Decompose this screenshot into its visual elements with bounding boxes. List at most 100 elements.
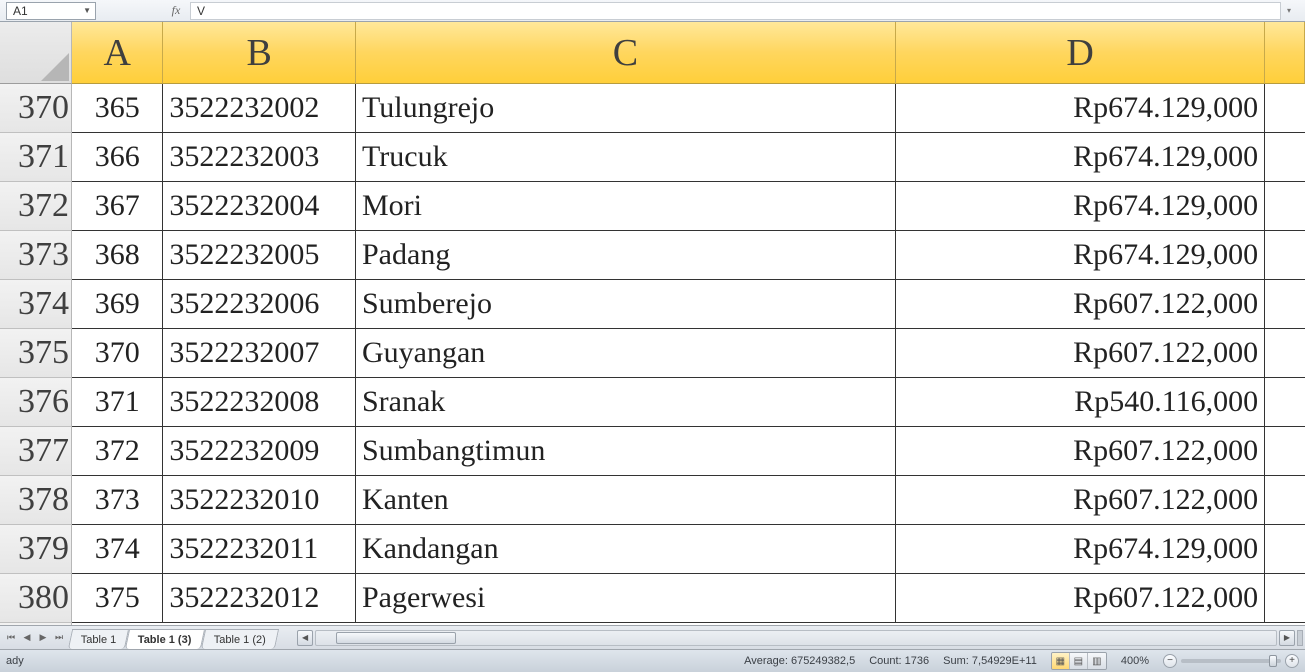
zoom-thumb[interactable] [1269, 655, 1277, 667]
cell[interactable]: 3522232008 [163, 378, 356, 427]
row-header[interactable]: 378 [0, 476, 72, 525]
column-header-A[interactable]: A [72, 22, 163, 84]
column-header-C[interactable]: C [356, 22, 896, 84]
zoom-track[interactable] [1181, 659, 1281, 663]
column-header-next[interactable] [1265, 22, 1305, 84]
row-header[interactable]: 371 [0, 133, 72, 182]
cell[interactable] [1265, 525, 1305, 574]
cell[interactable]: Rp607.122,000 [896, 427, 1265, 476]
cell[interactable]: 368 [72, 231, 163, 280]
row-header[interactable]: 374 [0, 280, 72, 329]
row-header[interactable]: 379 [0, 525, 72, 574]
cell[interactable]: 3522232011 [163, 525, 356, 574]
cell[interactable]: Rp607.122,000 [896, 329, 1265, 378]
cell[interactable]: Sranak [356, 378, 896, 427]
zoom-level[interactable]: 400% [1121, 655, 1149, 667]
row-header[interactable]: 377 [0, 427, 72, 476]
cell[interactable]: 3522232003 [163, 133, 356, 182]
scroll-track[interactable] [315, 630, 1277, 646]
view-page-layout-icon[interactable]: ▤ [1070, 653, 1088, 669]
cell[interactable]: Rp607.122,000 [896, 280, 1265, 329]
cell[interactable] [1265, 133, 1305, 182]
cell[interactable]: Guyangan [356, 329, 896, 378]
cell[interactable]: 365 [72, 84, 163, 133]
zoom-in-button[interactable]: + [1285, 654, 1299, 668]
cell[interactable]: 373 [72, 476, 163, 525]
zoom-out-button[interactable]: − [1163, 654, 1177, 668]
cell[interactable]: Pagerwesi [356, 574, 896, 623]
view-normal-icon[interactable]: ▦ [1052, 653, 1070, 669]
cell[interactable]: 370 [72, 329, 163, 378]
scroll-right-button[interactable]: ▶ [1279, 630, 1295, 646]
cell[interactable]: 3522232004 [163, 182, 356, 231]
cell[interactable] [1265, 280, 1305, 329]
cell[interactable]: 3522232009 [163, 427, 356, 476]
scroll-left-button[interactable]: ◀ [297, 630, 313, 646]
cell[interactable]: Rp540.116,000 [896, 378, 1265, 427]
cell[interactable]: 369 [72, 280, 163, 329]
cell[interactable]: 3522232010 [163, 476, 356, 525]
cell[interactable]: Rp674.129,000 [896, 133, 1265, 182]
cell[interactable]: Rp674.129,000 [896, 84, 1265, 133]
cell[interactable] [1265, 427, 1305, 476]
cell[interactable]: 371 [72, 378, 163, 427]
cell[interactable]: Rp674.129,000 [896, 231, 1265, 280]
cell[interactable] [1265, 476, 1305, 525]
cell[interactable]: Trucuk [356, 133, 896, 182]
column-header-B[interactable]: B [163, 22, 356, 84]
cell[interactable]: 3522232006 [163, 280, 356, 329]
cell[interactable]: Rp607.122,000 [896, 574, 1265, 623]
cell[interactable] [1265, 84, 1305, 133]
cell[interactable] [1265, 231, 1305, 280]
row-header[interactable]: 375 [0, 329, 72, 378]
cell[interactable]: 367 [72, 182, 163, 231]
cell[interactable]: Padang [356, 231, 896, 280]
row-header[interactable]: 372 [0, 182, 72, 231]
formula-input[interactable]: V [190, 2, 1281, 20]
cell[interactable]: Sumbangtimun [356, 427, 896, 476]
cell[interactable]: Rp607.122,000 [896, 476, 1265, 525]
cell[interactable]: Kandangan [356, 525, 896, 574]
tab-first-icon[interactable]: ⏮ [4, 632, 18, 643]
expand-formula-icon[interactable]: ▾ [1287, 6, 1301, 15]
row-header[interactable]: 373 [0, 231, 72, 280]
scroll-thumb[interactable] [336, 632, 456, 644]
cells-area[interactable]: 3653522232002TulungrejoRp674.129,0003663… [72, 84, 1305, 625]
cell[interactable] [1265, 574, 1305, 623]
row-header[interactable]: 370 [0, 84, 72, 133]
tab-last-icon[interactable]: ⏭ [52, 632, 66, 643]
cell[interactable]: 374 [72, 525, 163, 574]
view-page-break-icon[interactable]: ▥ [1088, 653, 1106, 669]
cell[interactable]: 3522232007 [163, 329, 356, 378]
cell[interactable]: Kanten [356, 476, 896, 525]
cell[interactable] [1265, 378, 1305, 427]
row-header[interactable]: 380 [0, 574, 72, 623]
cell[interactable]: Tulungrejo [356, 84, 896, 133]
chevron-down-icon[interactable]: ▼ [83, 6, 91, 15]
sheet-tab[interactable]: Table 1 (3) [125, 629, 205, 649]
fx-icon[interactable]: fx [166, 3, 186, 18]
cell[interactable] [1265, 329, 1305, 378]
table-row: 3723522232009SumbangtimunRp607.122,000 [72, 427, 1305, 476]
cell[interactable]: 372 [72, 427, 163, 476]
row-header[interactable]: 376 [0, 378, 72, 427]
select-all-corner[interactable] [0, 22, 72, 84]
cell[interactable]: 3522232012 [163, 574, 356, 623]
sheet-tab[interactable]: Table 1 [68, 629, 130, 649]
sheet-tab[interactable]: Table 1 (2) [201, 629, 279, 649]
name-box[interactable]: A1 ▼ [6, 2, 96, 20]
cell[interactable]: 3522232002 [163, 84, 356, 133]
cell[interactable]: Rp674.129,000 [896, 525, 1265, 574]
table-row: 3663522232003TrucukRp674.129,000 [72, 133, 1305, 182]
cell[interactable]: 375 [72, 574, 163, 623]
column-header-D[interactable]: D [896, 22, 1265, 84]
cell[interactable]: 366 [72, 133, 163, 182]
tab-prev-icon[interactable]: ◀ [20, 632, 34, 643]
cell[interactable]: Rp674.129,000 [896, 182, 1265, 231]
horizontal-splitter[interactable] [1297, 630, 1303, 646]
cell[interactable]: 3522232005 [163, 231, 356, 280]
cell[interactable]: Mori [356, 182, 896, 231]
cell[interactable]: Sumberejo [356, 280, 896, 329]
cell[interactable] [1265, 182, 1305, 231]
tab-next-icon[interactable]: ▶ [36, 632, 50, 643]
